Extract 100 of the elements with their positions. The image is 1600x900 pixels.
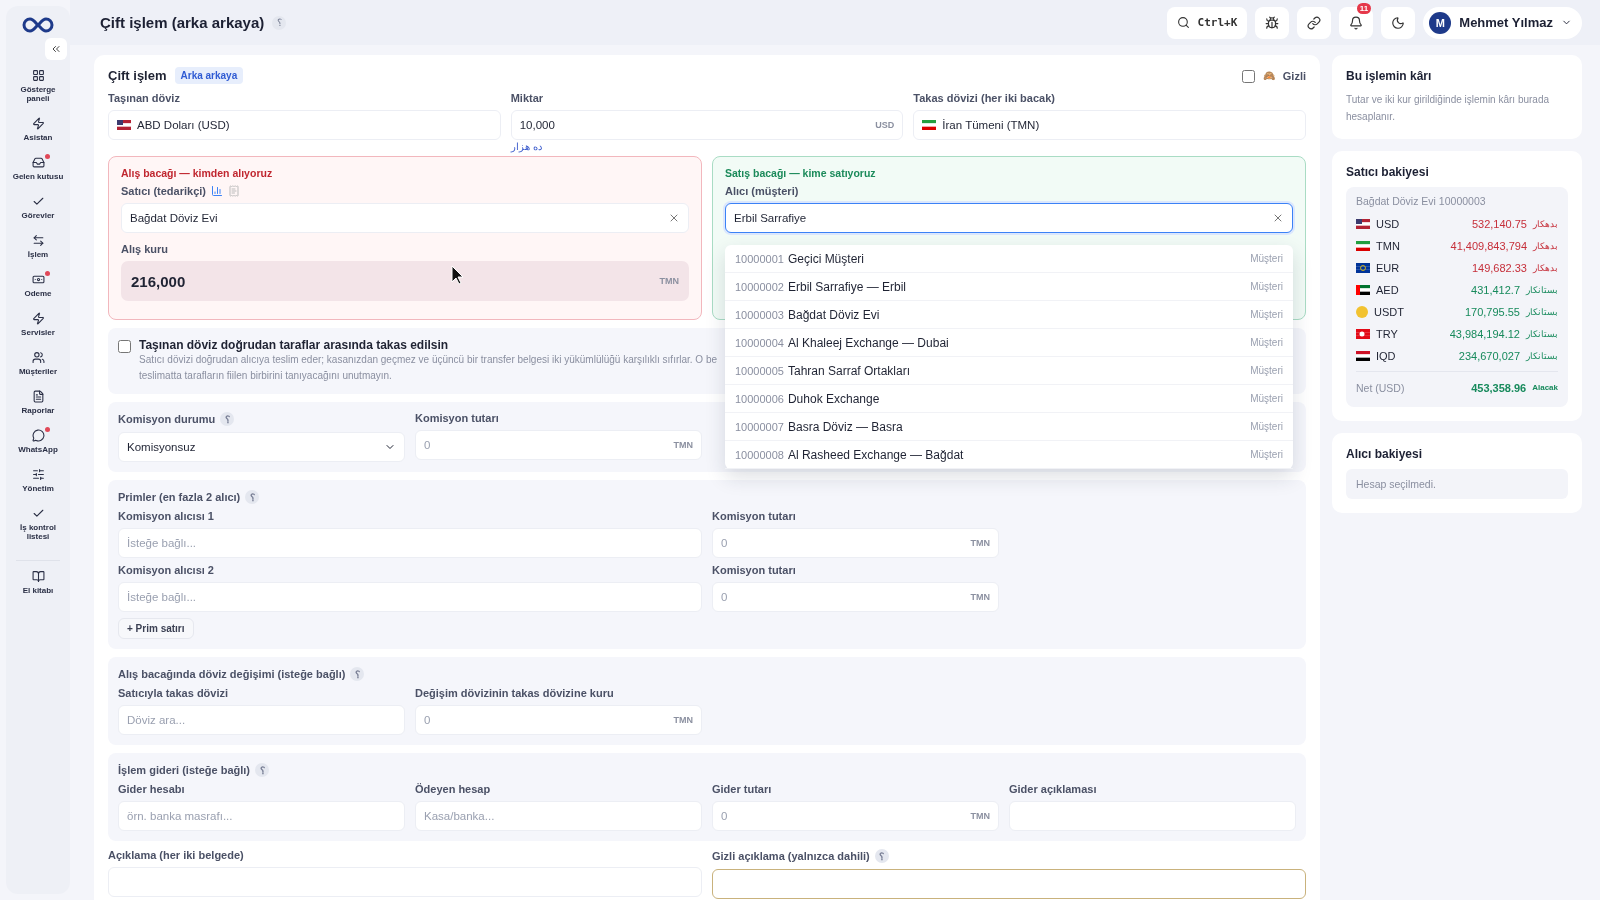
text-input[interactable]: 10,000 (519, 111, 870, 139)
chat-icon (31, 429, 45, 442)
sidebar-item[interactable]: Servisler (8, 307, 68, 342)
net-label: Net (USD) (1356, 381, 1405, 394)
user-menu[interactable]: M Mehmet Yılmaz (1423, 6, 1582, 39)
check-icon (31, 507, 45, 520)
bug-button[interactable] (1255, 6, 1290, 39)
link-button[interactable] (1297, 6, 1332, 39)
flag-icon (1356, 351, 1370, 361)
text-input[interactable]: 0 (721, 583, 965, 611)
field-label: Satıcıyla takas dövizi (118, 687, 230, 699)
dropdown-option[interactable]: 10000007 Basra Döviz — Basra Müşteri (725, 413, 1293, 441)
private-description-field[interactable] (712, 869, 1306, 899)
sidebar-item[interactable]: Gelen kutusu (8, 151, 68, 186)
dropdown-option[interactable]: 10000005 Tahran Sarraf Ortakları Müşteri (725, 357, 1293, 385)
sidebar-item[interactable]: El kitabı (8, 565, 68, 600)
balance-amount: 41,409,843,794 (1450, 240, 1527, 252)
option-description: teslimatta tarafların fiilen birbirini tanıyacağını unutmayın. (139, 369, 393, 383)
account-name: Bağdat Döviz Evi 10000003 (1356, 195, 1487, 207)
net-amount: 453,358.96 (1471, 381, 1527, 394)
currency-code: TMN (1376, 240, 1400, 252)
text-input[interactable]: 0 (721, 802, 965, 830)
field-label: Komisyon tutarı (415, 412, 500, 424)
collapse-button[interactable] (45, 38, 67, 60)
bell-icon (1349, 15, 1364, 30)
rate-field[interactable]: 216,000 TMN (121, 261, 689, 301)
lightning-icon (31, 117, 45, 130)
unit-label: TMN (673, 440, 693, 450)
sidebar-item[interactable]: Müşteriler (8, 346, 68, 381)
sidebar-item[interactable]: Asistan (8, 112, 68, 147)
dropdown-option[interactable]: 10000002 Erbil Sarrafiye — Erbil Müşteri (725, 273, 1293, 301)
unit-label: TMN (970, 811, 990, 821)
field-label: Komisyon alıcısı 1 (118, 510, 215, 522)
theme-button[interactable] (1381, 6, 1416, 39)
sidebar-item[interactable]: Görevler (8, 190, 68, 225)
clear-icon[interactable] (1272, 212, 1284, 224)
balance-amount: 149,682.33 (1471, 262, 1527, 274)
field-label: Takas dövizi (her iki bacak) (913, 92, 1056, 104)
link-icon (1307, 15, 1322, 30)
option-description: Satıcı dövizi doğrudan alıcıya teslim eder; kasanızdan geçmez ve üçüncü bir transfer belgesi iki yükümlülüğü karşılıklı sıfırlar. O be (139, 353, 718, 367)
field-label: Komisyon tutarı (712, 510, 797, 522)
flag-icon (117, 120, 131, 130)
field-label: Değişim dövizinin takas dövizine kuru (415, 687, 615, 699)
sidebar-item[interactable]: WhatsApp (8, 424, 68, 459)
field-label: Komisyon tutarı (712, 564, 797, 576)
bug-icon (1265, 15, 1280, 30)
sidebar-item[interactable]: Yönetim (8, 463, 68, 498)
checkbox[interactable] (118, 340, 131, 353)
balance-note: بدهکار (1533, 241, 1558, 251)
add-prime-button[interactable]: + Prim satırı (118, 618, 194, 639)
amount-field[interactable]: 10,000 USD (510, 110, 904, 140)
balance-amount: 43,984,194.12 (1449, 328, 1520, 340)
leg-title: Alış bacağı — kimden alıyoruz (121, 167, 274, 179)
currency-field[interactable]: İran Tümeni (TMN) (913, 110, 1306, 140)
balance-amount: 532,140.75 (1471, 218, 1527, 230)
currency-field[interactable]: ABD Doları (USD) (108, 110, 501, 140)
currency-code: EUR (1376, 262, 1400, 274)
text-input[interactable]: Komisyonsuz (127, 433, 378, 461)
inbox-icon (31, 156, 45, 169)
dropdown-option[interactable]: 10000004 Al Khaleej Exchange — Dubai Müşteri (725, 329, 1293, 357)
notifications-button[interactable]: 11 (1339, 6, 1374, 39)
balance-note: بدهکار (1533, 263, 1558, 273)
sidebar-item[interactable]: Odeme (8, 268, 68, 303)
clear-icon[interactable] (668, 212, 680, 224)
chart-icon[interactable] (211, 185, 223, 197)
unit-label: USD (875, 120, 895, 130)
field-label: Gider açıklaması (1009, 783, 1098, 795)
sidebar-item[interactable]: İş kontrol listesi (8, 502, 68, 546)
field-label: Açıklama (her iki belgede) (108, 849, 245, 861)
select-field[interactable]: Komisyonsuz (118, 432, 405, 462)
field-label: Satıcı (tedarikçi) (121, 185, 689, 197)
text-input[interactable]: 0 (721, 529, 965, 557)
balance-note: بستانکار (1526, 307, 1558, 317)
amount-in-words: ده هزار (509, 140, 542, 154)
field-label: Gider hesabı (118, 783, 186, 795)
text-input[interactable]: 0 (424, 706, 668, 734)
text-input[interactable]: 0 (424, 431, 668, 459)
section-title: Primler (en fazla 2 alıcı) ؟ (118, 490, 1296, 504)
monkey-icon: 🙈 (1262, 70, 1275, 81)
sidebar-item[interactable]: Gösterge paneli (8, 64, 68, 108)
text-input[interactable]: İran Tümeni (TMN) (942, 111, 1297, 139)
panel-title: Alıcı bakiyesi (1346, 447, 1424, 461)
flag-icon (1356, 329, 1370, 339)
sidebar-item[interactable]: İşlem (8, 229, 68, 264)
sidebar-item[interactable]: Raporlar (8, 385, 68, 420)
search-button[interactable]: Ctrl+K (1166, 6, 1248, 39)
text-input[interactable]: ABD Doları (USD) (137, 111, 492, 139)
dropdown-option[interactable]: 10000006 Duhok Exchange Müşteri (725, 385, 1293, 413)
unit-label: TMN (970, 592, 990, 602)
panel-title: Satıcı bakiyesi (1346, 165, 1430, 179)
flag-icon (1356, 285, 1370, 295)
pointer-icon (451, 265, 465, 285)
balance-note: بستانکار (1526, 285, 1558, 295)
sliders-icon (31, 468, 45, 481)
dropdown-option[interactable]: 10000003 Bağdat Döviz Evi Müşteri (725, 301, 1293, 329)
empty-state: Hesap seçilmedi. (1346, 469, 1568, 499)
unit-label: TMN (659, 276, 679, 286)
field-label: Ödeyen hesap (415, 783, 492, 795)
dropdown-option[interactable]: 10000001 Geçici Müşteri Müşteri (725, 245, 1293, 273)
hidden-checkbox[interactable] (1241, 70, 1255, 83)
